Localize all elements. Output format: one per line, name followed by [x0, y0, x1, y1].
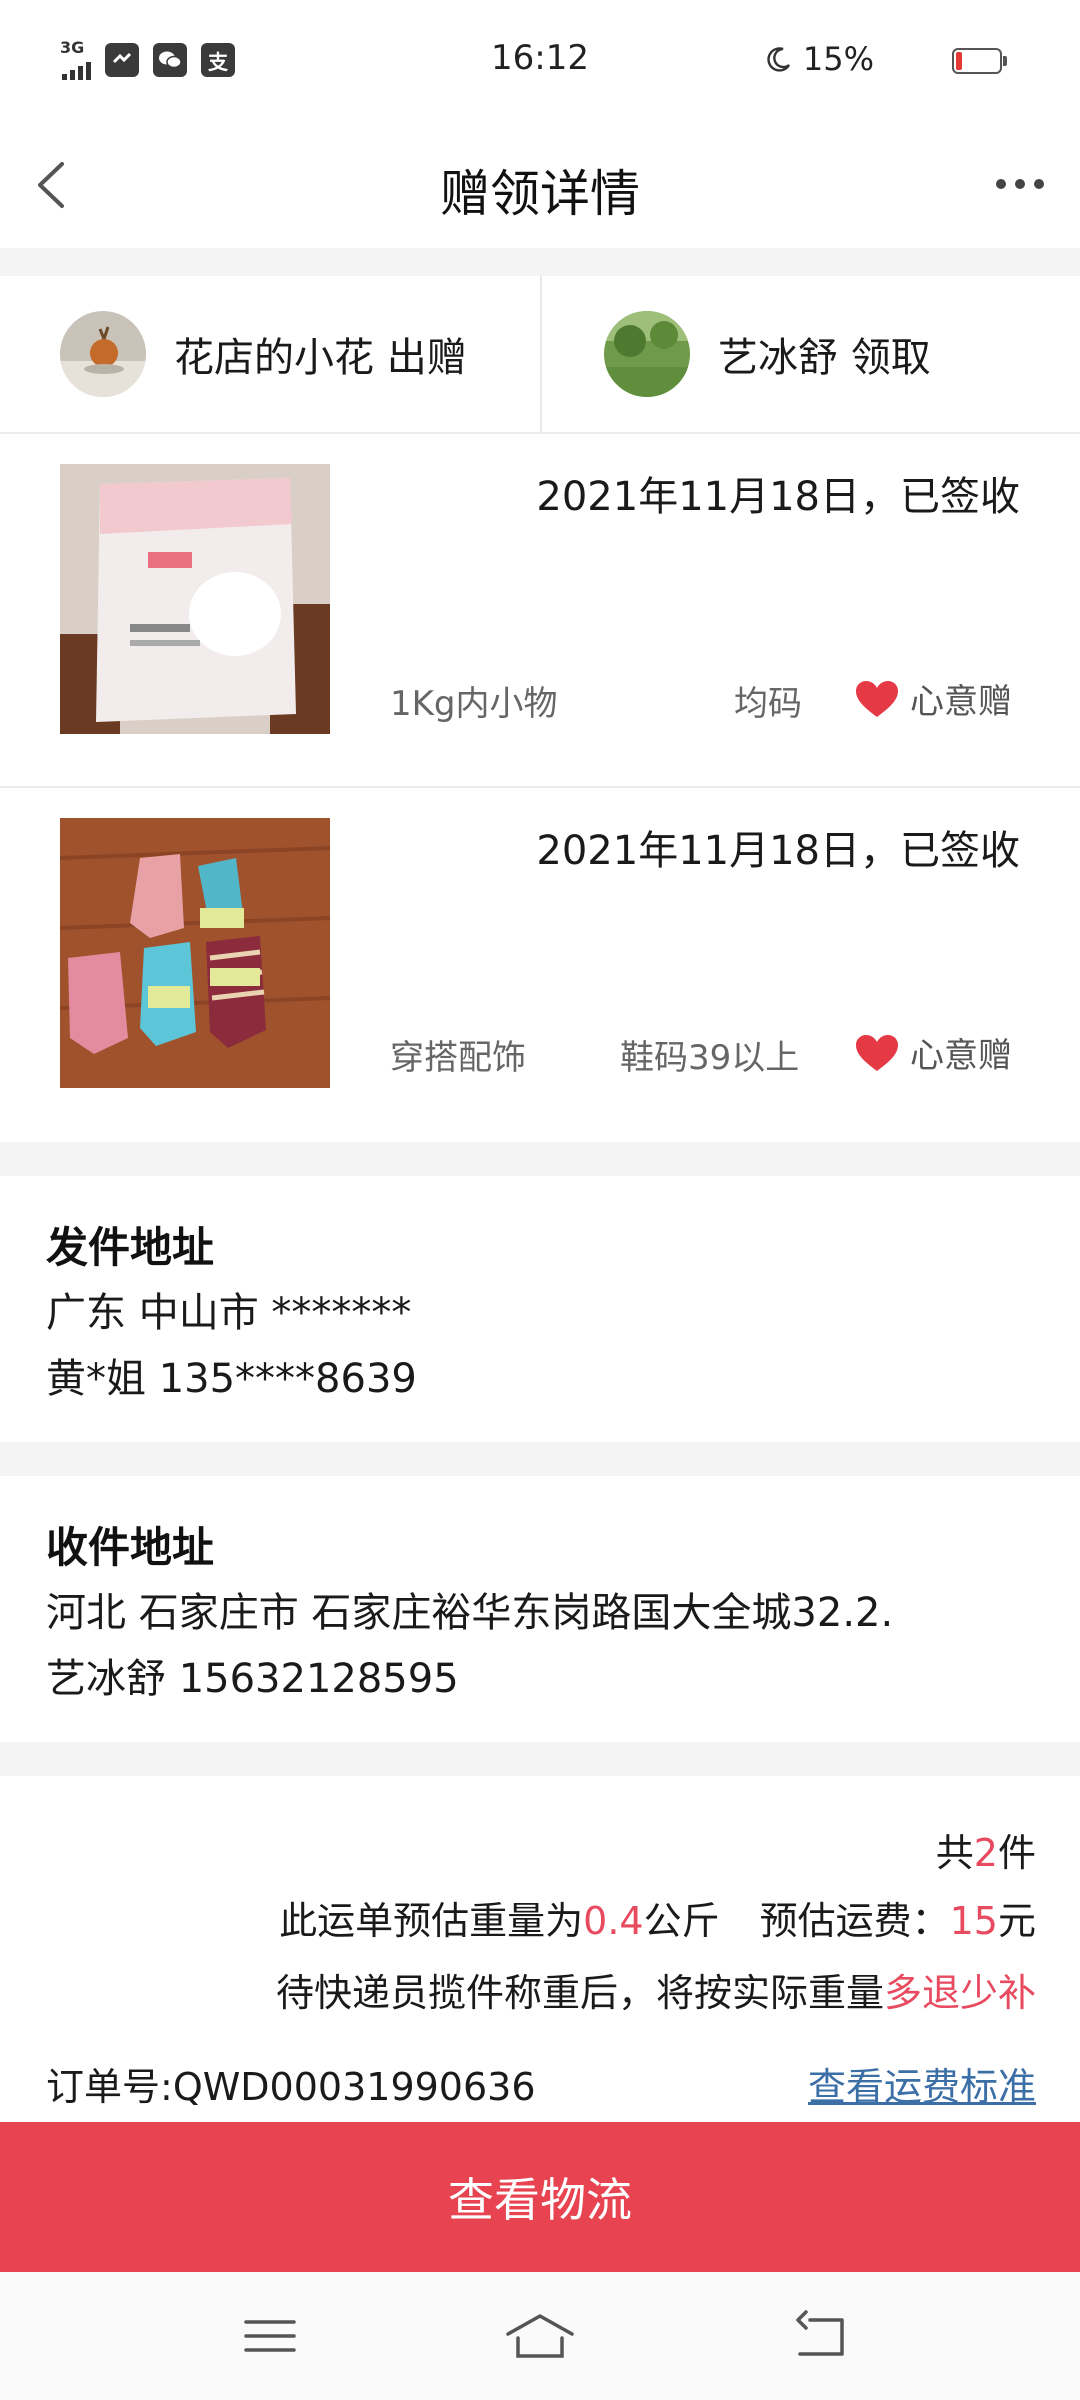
fee-standard-link[interactable]: 查看运费标准	[808, 2056, 1036, 2111]
note-highlight: 多退少补	[883, 1971, 1036, 2015]
weighing-note: 待快递员揽件称重后，将按实际重量多退少补	[276, 1962, 1036, 2017]
view-logistics-button[interactable]: 查看物流	[0, 2122, 1080, 2272]
receiver-address-line: 河北 石家庄市 石家庄裕华东岗路国大全城32.2.	[46, 1590, 894, 1636]
sender-address-section: 发件地址 广东 中山市 ******* 黄*姐 135****8639	[0, 1176, 1080, 1442]
back-icon[interactable]	[790, 2308, 850, 2364]
status-bar: 3G 支 16:12 15%	[0, 0, 1080, 124]
receiver-address-title: 收件地址	[46, 1523, 215, 1572]
item-size: 均码	[734, 684, 802, 724]
gift-item[interactable]: 2021年11月18日，已签收 1Kg内小物 均码 心意赠	[0, 434, 1080, 786]
sender-address-title: 发件地址	[46, 1223, 215, 1272]
item-category: 穿搭配饰	[390, 1038, 526, 1078]
fee-prefix: 预估运费：	[759, 1899, 950, 1943]
giver[interactable]: 花店的小花 出赠	[60, 276, 467, 432]
gift-tag: 心意赠	[854, 1028, 1012, 1077]
parties-row: 花店的小花 出赠 艺冰舒 领取	[0, 276, 1080, 434]
heart-icon	[856, 680, 898, 717]
count-prefix: 共	[935, 1831, 974, 1875]
note-prefix: 待快递员揽件称重后，将按实际重量	[275, 1971, 884, 2015]
menu-icon[interactable]	[240, 2308, 300, 2364]
section-divider	[0, 1442, 1080, 1476]
section-divider	[0, 1142, 1080, 1176]
moon-icon	[767, 47, 790, 72]
receiver-contact: 艺冰舒 15632128595	[46, 1656, 459, 1702]
vertical-divider	[540, 276, 542, 432]
giver-label: 花店的小花 出赠	[174, 335, 467, 381]
home-icon[interactable]	[502, 2308, 578, 2364]
weight-value: 0.4	[583, 1899, 644, 1943]
gift-tag: 心意赠	[854, 674, 1012, 723]
item-count: 共2件	[936, 1822, 1036, 1877]
fee-value: 15	[949, 1899, 998, 1943]
gift-item[interactable]: 2021年11月18日，已签收 穿搭配饰 鞋码39以上 心意赠	[0, 788, 1080, 1140]
heart-icon	[856, 1034, 898, 1071]
gift-tag-label: 心意赠	[910, 1036, 1012, 1076]
item-photo	[60, 818, 330, 1088]
system-nav-bar	[0, 2272, 1080, 2400]
more-dots-icon[interactable]	[980, 154, 1060, 214]
item-photo	[60, 464, 330, 734]
item-status: 2021年11月18日，已签收	[536, 828, 1020, 874]
item-category: 1Kg内小物	[390, 684, 558, 724]
sender-contact: 黄*姐 135****8639	[46, 1356, 417, 1402]
nav-bar: 赠领详情	[0, 124, 1080, 248]
count-value: 2	[973, 1831, 998, 1875]
sender-address-line: 广东 中山市 *******	[46, 1290, 412, 1336]
section-divider	[0, 1742, 1080, 1776]
giver-avatar	[60, 311, 146, 397]
receiver[interactable]: 艺冰舒 领取	[604, 276, 931, 432]
section-divider	[0, 248, 1080, 276]
receiver-avatar	[604, 311, 690, 397]
order-number: 订单号:QWD00031990636	[46, 2056, 536, 2111]
item-status: 2021年11月18日，已签收	[536, 474, 1020, 520]
page-title: 赠领详情	[440, 165, 640, 223]
item-size: 鞋码39以上	[620, 1038, 800, 1078]
status-right: 15%	[765, 40, 950, 78]
order-value: QWD00031990636	[172, 2065, 536, 2109]
weight-prefix: 此运单预估重量为	[279, 1899, 584, 1943]
fee-unit: 元	[997, 1899, 1036, 1943]
weight-and-fee: 此运单预估重量为0.4公斤 预估运费：15元	[279, 1890, 1036, 1945]
order-label: 订单号:	[46, 2065, 173, 2109]
receiver-label: 艺冰舒 领取	[718, 335, 931, 381]
battery-percent: 15%	[802, 40, 874, 78]
weight-unit: 公斤	[643, 1899, 720, 1943]
shipping-summary: 共2件 此运单预估重量为0.4公斤 预估运费：15元 待快递员揽件称重后，将按实际…	[0, 1776, 1080, 2122]
gift-tag-label: 心意赠	[910, 682, 1012, 722]
count-suffix: 件	[997, 1831, 1036, 1875]
receiver-address-section: 收件地址 河北 石家庄市 石家庄裕华东岗路国大全城32.2. 艺冰舒 15632…	[0, 1476, 1080, 1742]
